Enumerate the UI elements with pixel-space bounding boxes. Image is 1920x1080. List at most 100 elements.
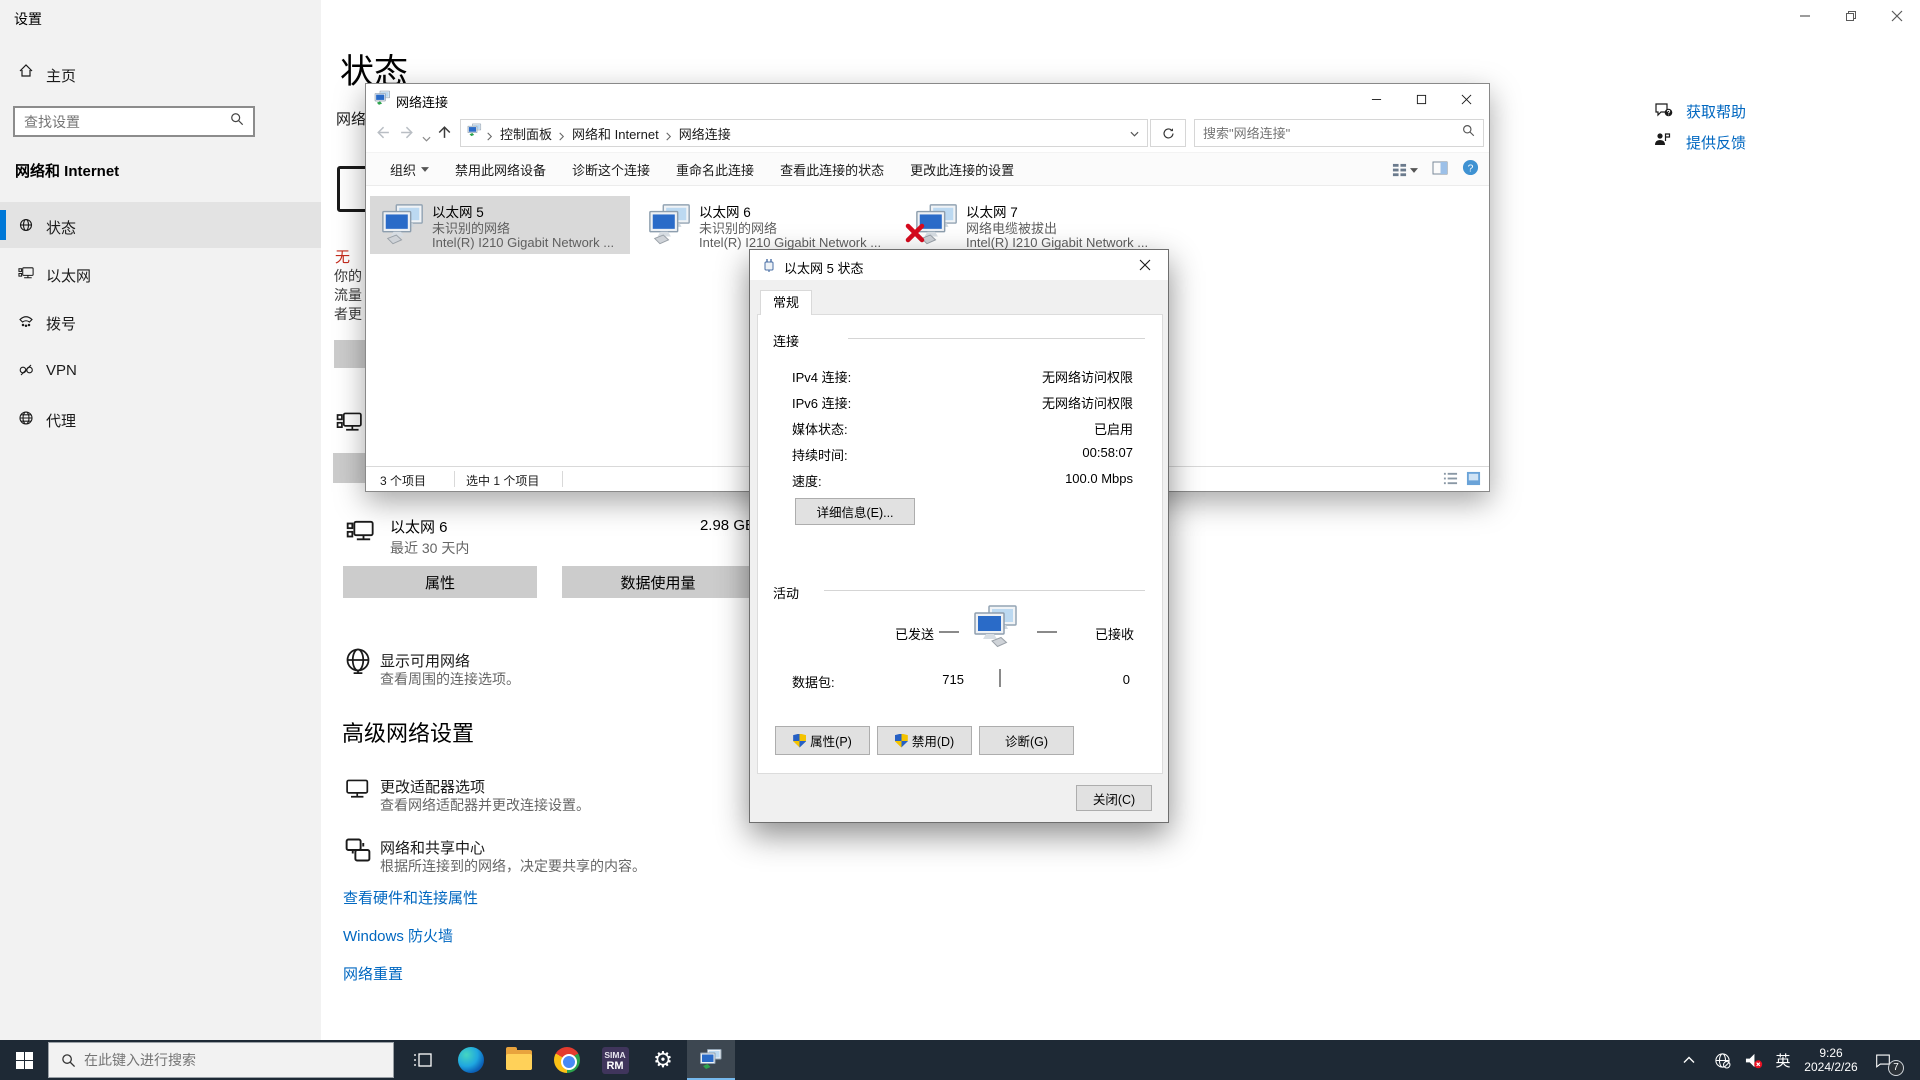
search-icon[interactable] [230, 112, 253, 131]
sima-rm-app-icon[interactable]: SIMARM [591, 1040, 639, 1080]
close-icon[interactable] [1122, 250, 1168, 280]
task-view-button[interactable] [399, 1040, 447, 1080]
show-networks-title[interactable]: 显示可用网络 [380, 650, 470, 671]
view-status-command[interactable]: 查看此连接的状态 [780, 160, 884, 179]
taskbar-search-input[interactable] [76, 1052, 393, 1068]
settings-gear-icon[interactable]: ⚙ [639, 1040, 687, 1080]
sidebar-item-vpn[interactable]: VPN [0, 347, 321, 393]
rename-command[interactable]: 重命名此连接 [676, 160, 754, 179]
refresh-icon[interactable] [1150, 119, 1186, 147]
feedback-link[interactable]: 提供反馈 [1686, 132, 1746, 153]
row-label: IPv4 连接: [792, 367, 851, 386]
up-icon[interactable] [436, 124, 454, 142]
chevron-down-icon[interactable] [1130, 124, 1139, 142]
start-button[interactable] [0, 1040, 48, 1080]
received-label: 已接收 [1095, 624, 1134, 643]
adapter-options-desc: 查看网络适配器并更改连接设置。 [380, 795, 590, 815]
disable-device-command[interactable]: 禁用此网络设备 [455, 160, 546, 179]
body-text-partial: 你的 [334, 266, 362, 286]
breadcrumb[interactable]: 控制面板 网络和 Internet 网络连接 [460, 119, 1148, 147]
restore-icon[interactable] [1828, 0, 1874, 32]
available-networks-globe-icon [344, 646, 372, 676]
large-icons-view-icon[interactable] [1466, 471, 1481, 491]
breadcrumb-segment[interactable]: 控制面板 [498, 124, 554, 143]
preview-pane-icon[interactable] [1432, 161, 1448, 180]
sidebar-item-status[interactable]: 状态 [0, 202, 321, 248]
volume-muted-icon[interactable] [1740, 1040, 1766, 1080]
network-connections-taskbar-button[interactable] [687, 1040, 735, 1080]
maximize-icon[interactable] [1399, 84, 1444, 114]
organize-menu[interactable]: 组织 [390, 160, 429, 179]
close-icon[interactable] [1444, 84, 1489, 114]
sidebar-item-home[interactable]: 主页 [0, 58, 321, 94]
tab-general[interactable]: 常规 [760, 290, 812, 315]
hardware-properties-link[interactable]: 查看硬件和连接属性 [343, 887, 478, 908]
sidebar-item-label: 主页 [46, 65, 76, 86]
view-options-icon[interactable] [1392, 163, 1418, 178]
settings-search-box[interactable] [13, 106, 255, 137]
network-reset-link[interactable]: 网络重置 [343, 963, 403, 984]
clock-date: 2024/2/26 [1798, 1060, 1864, 1074]
sidebar-item-dialup[interactable]: 拨号 [0, 298, 321, 344]
divider [454, 471, 455, 487]
adapter-options-title[interactable]: 更改适配器选项 [380, 776, 485, 797]
properties-button[interactable]: 属性(P) [775, 726, 870, 755]
explorer-search-box[interactable] [1194, 119, 1484, 147]
help-icon[interactable]: ? [1462, 159, 1479, 181]
adapter-tile-ethernet6[interactable]: 以太网 6 未识别的网络 Intel(R) I210 Gigabit Netwo… [637, 196, 897, 254]
divider [562, 471, 563, 487]
sharing-center-desc: 根据所连接到的网络，决定要共享的内容。 [380, 856, 646, 876]
get-help-link[interactable]: 获取帮助 [1686, 101, 1746, 122]
windows-firewall-link[interactable]: Windows 防火墙 [343, 925, 453, 946]
change-settings-command[interactable]: 更改此连接的设置 [910, 160, 1014, 179]
diagnose-button[interactable]: 诊断(G) [979, 726, 1074, 755]
close-icon[interactable] [1874, 0, 1920, 32]
row-value: 无网络访问权限 [1042, 367, 1133, 386]
adapter-device: Intel(R) I210 Gigabit Network ... [699, 235, 881, 250]
row-value: 已启用 [1094, 419, 1133, 438]
explorer-titlebar[interactable]: 网络连接 [366, 84, 1489, 114]
data-usage-button[interactable]: 数据使用量 [562, 566, 754, 598]
disable-button[interactable]: 禁用(D) [877, 726, 972, 755]
adapter-tile-ethernet5[interactable]: 以太网 5 未识别的网络 Intel(R) I210 Gigabit Netwo… [370, 196, 630, 254]
diagnose-command[interactable]: 诊断这个连接 [572, 160, 650, 179]
minimize-icon[interactable] [1354, 84, 1399, 114]
details-view-icon[interactable] [1443, 471, 1458, 491]
vpn-icon [18, 362, 34, 378]
minimize-icon[interactable] [1782, 0, 1828, 32]
adapter-tile-ethernet7[interactable]: 以太网 7 网络电缆被拔出 Intel(R) I210 Gigabit Netw… [904, 196, 1164, 254]
sidebar-item-proxy[interactable]: 代理 [0, 395, 321, 441]
sidebar-item-ethernet[interactable]: 以太网 [0, 250, 321, 296]
search-icon [49, 1053, 76, 1068]
sharing-center-title[interactable]: 网络和共享中心 [380, 837, 485, 858]
close-button[interactable]: 关闭(C) [1076, 785, 1152, 811]
row-label: 速度: [792, 471, 822, 490]
connection-group-label: 连接 [773, 331, 799, 350]
divider [1037, 631, 1057, 633]
explorer-window-controls [1354, 84, 1489, 114]
search-icon[interactable] [1462, 124, 1483, 142]
network-globe-icon[interactable] [1710, 1040, 1734, 1080]
file-explorer-icon[interactable] [495, 1040, 543, 1080]
svg-text:?: ? [1468, 163, 1474, 174]
row-label: 持续时间: [792, 445, 848, 464]
language-indicator[interactable]: 英 [1770, 1040, 1796, 1080]
breadcrumb-segment[interactable]: 网络和 Internet [570, 124, 661, 143]
taskbar-search-box[interactable] [48, 1042, 394, 1078]
proxy-globe-icon [18, 410, 34, 426]
edge-icon[interactable] [447, 1040, 495, 1080]
taskbar-clock[interactable]: 9:26 2024/2/26 [1798, 1040, 1864, 1080]
row-label: IPv6 连接: [792, 393, 851, 412]
chrome-icon[interactable] [543, 1040, 591, 1080]
settings-search-input[interactable] [15, 114, 230, 130]
breadcrumb-segment[interactable]: 网络连接 [677, 124, 733, 143]
forward-icon[interactable] [399, 124, 417, 142]
dialog-titlebar[interactable]: 以太网 5 状态 [750, 250, 1168, 280]
properties-button[interactable]: 属性 [343, 566, 537, 598]
sidebar-item-label: 拨号 [46, 313, 76, 334]
hidden-icons-chevron[interactable] [1678, 1040, 1700, 1080]
network-status-subtitle-partial: 网络 [336, 108, 366, 129]
back-icon[interactable] [374, 124, 392, 142]
explorer-search-input[interactable] [1195, 126, 1462, 141]
details-button[interactable]: 详细信息(E)... [795, 498, 915, 525]
